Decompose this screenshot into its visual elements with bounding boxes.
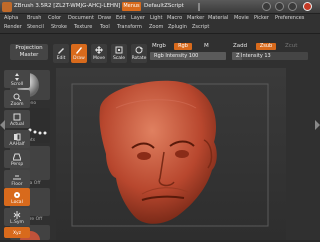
left-tray-toggle-icon[interactable] bbox=[0, 120, 5, 130]
right-tray-toggle-icon[interactable] bbox=[315, 120, 320, 130]
menu-preferences[interactable]: Preferences bbox=[275, 15, 304, 21]
rotate-button[interactable]: Rotate bbox=[131, 44, 147, 63]
rgb-intensity-value: 100 bbox=[188, 53, 199, 59]
help-button[interactable] bbox=[262, 2, 271, 11]
move-button[interactable]: Move bbox=[91, 44, 107, 63]
menu-material[interactable]: Material bbox=[208, 15, 228, 21]
edit-icon bbox=[58, 48, 64, 54]
title-bar: ZBrush 3.5R2 [ZL2T-WMJG-AHCJ-LEHN] Menus… bbox=[0, 0, 320, 14]
m-button[interactable]: M bbox=[204, 43, 209, 49]
menu-bar: Alpha Brush Color Document Draw Edit Lay… bbox=[0, 14, 320, 34]
z-intensity-label: Z Intensity bbox=[236, 53, 263, 59]
menu-zplugin[interactable]: Zplugin bbox=[168, 24, 187, 30]
xyz-button[interactable]: Xyz bbox=[4, 227, 30, 238]
menu-zoom[interactable]: Zoom bbox=[149, 24, 163, 30]
perspective-icon bbox=[13, 153, 21, 161]
right-shelf bbox=[286, 68, 320, 240]
menu-color[interactable]: Color bbox=[48, 15, 61, 21]
local-label: Local bbox=[11, 200, 23, 205]
zadd-button[interactable]: Zadd bbox=[233, 43, 247, 49]
script-name: DefaultZScript bbox=[144, 3, 184, 9]
menu-layer[interactable]: Layer bbox=[131, 15, 145, 21]
draw-icon bbox=[76, 47, 82, 54]
menu-picker[interactable]: Picker bbox=[254, 15, 269, 21]
aahalf-button[interactable]: AAHalf bbox=[4, 130, 30, 148]
menu-document[interactable]: Document bbox=[68, 15, 94, 21]
menu-alpha[interactable]: Alpha bbox=[4, 15, 18, 21]
head-model[interactable] bbox=[56, 68, 286, 240]
persp-button[interactable]: Persp bbox=[4, 150, 30, 168]
actual-label: Actual bbox=[9, 122, 25, 127]
move-icon bbox=[95, 46, 103, 54]
menu-texture[interactable]: Texture bbox=[74, 24, 92, 30]
move-label: Move bbox=[92, 56, 106, 61]
zsub-button[interactable]: Zsub bbox=[256, 43, 276, 50]
menu-edit[interactable]: Edit bbox=[116, 15, 126, 21]
lsym-icon bbox=[13, 211, 21, 219]
menu-movie[interactable]: Movie bbox=[234, 15, 249, 21]
local-button[interactable]: Local bbox=[4, 188, 30, 206]
persp-label: Persp bbox=[10, 162, 24, 167]
zoom-label: Zoom bbox=[10, 102, 24, 107]
menu-tool[interactable]: Tool bbox=[100, 24, 110, 30]
actual-button[interactable]: Actual bbox=[4, 110, 30, 128]
scroll-button[interactable]: Scroll bbox=[4, 70, 30, 88]
scale-button[interactable]: Scale bbox=[111, 44, 127, 63]
lsym-button[interactable]: L.Sym bbox=[4, 208, 30, 226]
projection-master-label-1: Projection bbox=[15, 45, 43, 51]
document-canvas[interactable] bbox=[56, 68, 286, 240]
head-face-icon bbox=[99, 80, 217, 224]
menu-render[interactable]: Render bbox=[4, 24, 22, 30]
zcut-button[interactable]: Zcut bbox=[285, 43, 297, 49]
mrgb-button[interactable]: Mrgb bbox=[152, 43, 166, 49]
edit-label: Edit bbox=[56, 56, 66, 61]
rgb-intensity-slider[interactable]: Rgb Intensity 100 bbox=[150, 52, 226, 60]
menus-button[interactable]: Menus bbox=[122, 2, 141, 11]
scroll-icon bbox=[15, 73, 19, 81]
rgb-intensity-label: Rgb Intensity bbox=[154, 53, 188, 59]
menu-draw[interactable]: Draw bbox=[98, 15, 111, 21]
floor-button[interactable]: Floor bbox=[4, 170, 30, 188]
menu-stroke[interactable]: Stroke bbox=[51, 24, 67, 30]
app-title: ZBrush 3.5R2 [ZL2T-WMJG-AHCJ-LEHN] bbox=[14, 3, 121, 9]
layout-button[interactable] bbox=[275, 2, 284, 11]
scale-icon bbox=[115, 46, 123, 54]
rotate-label: Rotate bbox=[131, 56, 147, 61]
zoom-icon bbox=[13, 93, 21, 101]
projection-master-label-2: Master bbox=[19, 52, 39, 58]
menu-macro[interactable]: Macro bbox=[167, 15, 182, 21]
rgb-button[interactable]: Rgb bbox=[174, 43, 192, 50]
aahalf-icon bbox=[14, 133, 21, 141]
menu-brush[interactable]: Brush bbox=[27, 15, 41, 21]
z-intensity-slider[interactable]: Z Intensity 13 bbox=[232, 52, 308, 60]
zbrush-logo-icon bbox=[2, 2, 12, 12]
scale-label: Scale bbox=[112, 56, 126, 61]
projection-master-button[interactable]: Projection Master bbox=[10, 44, 48, 60]
minimize-button[interactable] bbox=[288, 2, 297, 11]
local-icon bbox=[14, 192, 20, 198]
actual-icon bbox=[13, 113, 21, 121]
zoom-button[interactable]: Zoom bbox=[4, 90, 30, 108]
edit-button[interactable]: Edit bbox=[53, 44, 69, 63]
lsym-label: L.Sym bbox=[10, 220, 24, 225]
close-button[interactable] bbox=[303, 2, 312, 11]
aahalf-label: AAHalf bbox=[9, 142, 25, 147]
xyz-label: Xyz bbox=[12, 231, 22, 236]
separator bbox=[198, 3, 200, 11]
menu-light[interactable]: Light bbox=[150, 15, 162, 21]
menu-transform[interactable]: Transform bbox=[117, 24, 142, 30]
draw-label: Draw bbox=[73, 56, 85, 61]
scroll-label: Scroll bbox=[10, 82, 24, 87]
top-toolbar bbox=[0, 34, 320, 68]
floor-icon bbox=[13, 175, 21, 180]
floor-label: Floor bbox=[11, 182, 23, 187]
menu-marker[interactable]: Marker bbox=[187, 15, 204, 21]
z-intensity-value: 13 bbox=[264, 53, 271, 59]
draw-button[interactable]: Draw bbox=[71, 44, 87, 63]
rotate-icon bbox=[135, 46, 143, 54]
menu-stencil[interactable]: Stencil bbox=[27, 24, 44, 30]
menu-zscript[interactable]: Zscript bbox=[192, 24, 209, 30]
